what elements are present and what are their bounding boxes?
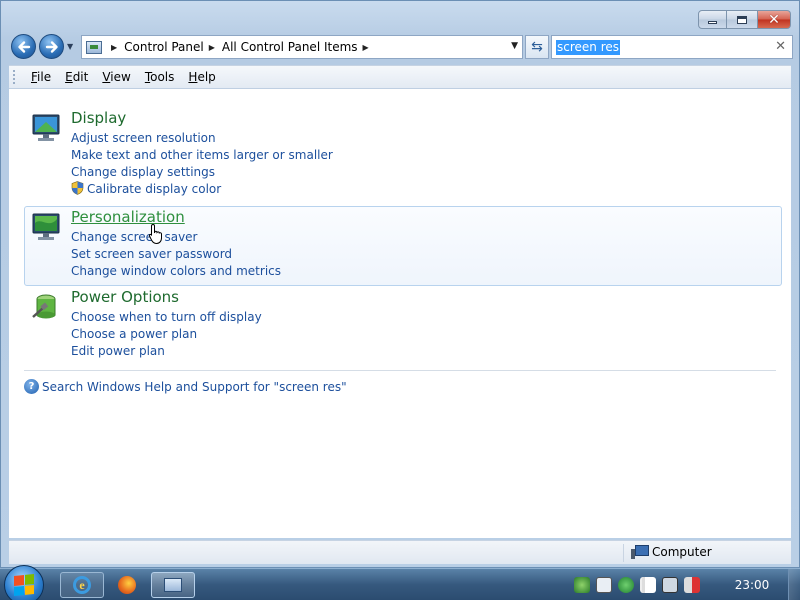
control-panel-icon <box>164 578 182 592</box>
internet-explorer-icon: e <box>73 576 91 594</box>
volume-muted-icon[interactable] <box>684 577 700 593</box>
result-links: Choose when to turn off display Choose a… <box>71 309 262 360</box>
action-center-flag-icon[interactable] <box>640 577 656 593</box>
status-separator <box>623 544 624 562</box>
status-location: Computer <box>631 545 712 559</box>
task-link-label: Calibrate display color <box>87 182 222 196</box>
hand-cursor-icon <box>148 223 162 245</box>
personalization-icon <box>32 213 60 240</box>
close-button[interactable]: ✕ <box>758 10 791 29</box>
navigation-bar: ▼ ▶ Control Panel ▶ All Control Panel It… <box>9 33 793 61</box>
address-bar[interactable]: ▶ Control Panel ▶ All Control Panel Item… <box>81 35 523 59</box>
search-results-pane: Display Adjust screen resolution Make te… <box>9 89 791 538</box>
refresh-icon: ⇆ <box>531 39 543 55</box>
status-bar: Computer <box>9 540 791 564</box>
menu-view[interactable]: View <box>95 70 137 84</box>
result-links: Change screen saver Set screen saver pas… <box>71 229 281 280</box>
menu-help[interactable]: Help <box>181 70 222 84</box>
firefox-icon <box>118 576 136 594</box>
task-link-with-shield[interactable]: Calibrate display color <box>71 181 333 198</box>
chevron-right-icon[interactable]: ▶ <box>111 43 117 52</box>
menu-edit[interactable]: Edit <box>58 70 95 84</box>
uac-shield-icon <box>71 181 84 195</box>
search-box[interactable]: screen res ✕ <box>551 35 793 59</box>
menu-file[interactable]: File <box>24 70 58 84</box>
maximize-icon <box>737 15 747 24</box>
close-icon: ✕ <box>768 11 780 28</box>
task-link[interactable]: Make text and other items larger or smal… <box>71 147 333 164</box>
breadcrumb-all-items[interactable]: All Control Panel Items <box>222 40 358 54</box>
help-search-row[interactable]: ? Search Windows Help and Support for "s… <box>24 379 347 394</box>
clock[interactable]: 23:00 <box>722 578 782 592</box>
search-input[interactable]: screen res <box>556 39 621 55</box>
task-link[interactable]: Choose when to turn off display <box>71 309 262 326</box>
back-arrow-icon <box>17 40 30 53</box>
help-search-link[interactable]: Search Windows Help and Support for "scr… <box>42 380 347 394</box>
forward-button[interactable] <box>39 34 64 59</box>
breadcrumb-control-panel[interactable]: Control Panel <box>124 40 204 54</box>
caption-buttons: ✕ <box>698 10 791 29</box>
task-link[interactable]: Change screen saver <box>71 229 281 246</box>
security-check-icon[interactable] <box>618 577 634 593</box>
address-dropdown-icon[interactable]: ▼ <box>511 41 518 51</box>
taskbar-internet-explorer[interactable]: e <box>60 572 104 598</box>
menu-tools[interactable]: Tools <box>138 70 182 84</box>
result-group-display: Display Adjust screen resolution Make te… <box>24 107 782 199</box>
minimize-button[interactable] <box>698 10 727 29</box>
menu-bar: File Edit View Tools Help <box>9 65 791 89</box>
document-icon[interactable] <box>596 577 612 593</box>
recent-pages-dropdown-icon[interactable]: ▼ <box>67 42 73 51</box>
back-button[interactable] <box>11 34 36 59</box>
show-desktop-button[interactable] <box>788 569 800 600</box>
status-location-label: Computer <box>652 545 712 559</box>
windows-logo-icon <box>14 573 34 597</box>
maximize-button[interactable] <box>727 10 758 29</box>
result-links: Adjust screen resolution Make text and o… <box>71 130 333 198</box>
task-link[interactable]: Choose a power plan <box>71 326 262 343</box>
result-title[interactable]: Power Options <box>71 287 179 307</box>
result-group-personalization[interactable]: Personalization Change screen saver Set … <box>24 206 782 286</box>
chevron-right-icon[interactable]: ▶ <box>363 43 369 52</box>
result-title[interactable]: Personalization <box>71 207 185 227</box>
task-link[interactable]: Change display settings <box>71 164 333 181</box>
notification-area <box>568 569 718 600</box>
task-link[interactable]: Set screen saver password <box>71 246 281 263</box>
network-globe-icon[interactable] <box>574 577 590 593</box>
menu-grip <box>13 70 16 84</box>
results-divider <box>24 370 776 371</box>
task-link[interactable]: Adjust screen resolution <box>71 130 333 147</box>
display-icon <box>32 114 60 141</box>
clear-search-icon[interactable]: ✕ <box>775 39 786 54</box>
chevron-right-icon[interactable]: ▶ <box>209 43 215 52</box>
taskbar: e 23:00 <box>0 565 800 600</box>
minimize-icon <box>708 21 717 24</box>
task-link[interactable]: Edit power plan <box>71 343 262 360</box>
control-panel-window: ✕ ▼ ▶ Control Panel ▶ All Control Panel … <box>0 0 800 568</box>
taskbar-control-panel[interactable] <box>151 572 195 598</box>
help-icon: ? <box>24 379 39 394</box>
forward-arrow-icon <box>45 40 58 53</box>
refresh-button[interactable]: ⇆ <box>525 35 549 59</box>
control-panel-icon <box>86 40 102 54</box>
taskbar-firefox[interactable] <box>105 572 149 598</box>
task-link[interactable]: Change window colors and metrics <box>71 263 281 280</box>
result-title[interactable]: Display <box>71 108 126 128</box>
network-icon[interactable] <box>662 577 678 593</box>
start-button[interactable] <box>4 565 44 600</box>
computer-icon <box>631 545 649 559</box>
power-options-icon <box>32 294 56 319</box>
result-group-power-options: Power Options Choose when to turn off di… <box>24 286 782 362</box>
